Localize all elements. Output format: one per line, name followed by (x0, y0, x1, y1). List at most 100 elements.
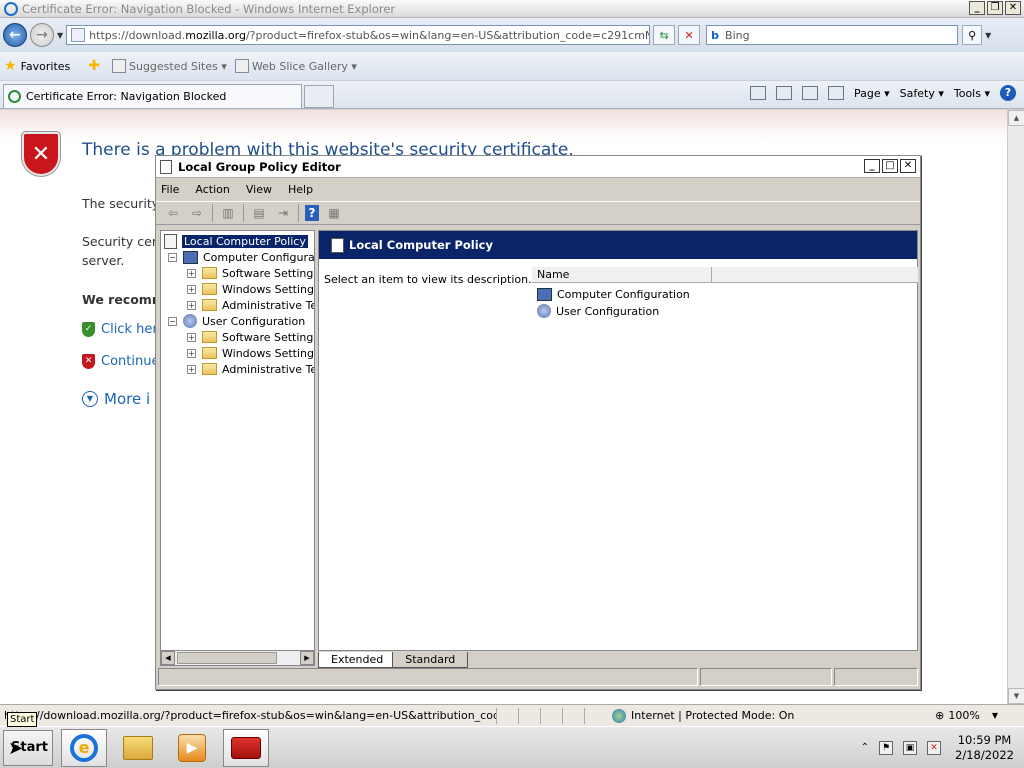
properties-icon[interactable]: ▤ (250, 205, 268, 221)
system-tray: ⌃ ⚑ ▣ ✕ 10:59 PM 2/18/2022 (861, 733, 1014, 763)
column-name-header[interactable]: Name (532, 267, 712, 282)
list-item-user-configuration[interactable]: User Configuration (537, 303, 659, 319)
scroll-down-icon[interactable]: ▼ (1008, 688, 1024, 704)
zoom-dropdown-icon[interactable]: ▼ (992, 711, 998, 720)
stop-button[interactable]: ✕ (678, 25, 701, 45)
tree-item-local-computer-policy[interactable]: Local Computer Policy (164, 233, 308, 249)
back-arrow-icon[interactable]: ⇦ (164, 205, 182, 221)
page-menu[interactable]: Page ▾ (854, 87, 890, 100)
action-center-flag-icon[interactable]: ⚑ (879, 740, 894, 755)
web-slice-gallery-link[interactable]: Web Slice Gallery ▾ (234, 59, 357, 73)
safety-menu[interactable]: Safety ▾ (900, 87, 944, 100)
search-button[interactable]: ⚲ (962, 25, 983, 45)
address-input[interactable]: https://download. mozilla.org/?product=fi… (66, 25, 651, 45)
collapse-icon[interactable]: − (168, 316, 177, 326)
expand-icon[interactable]: + (187, 284, 196, 294)
taskbar-windows-explorer[interactable] (115, 729, 161, 767)
export-list-icon[interactable]: ⇥ (274, 205, 292, 221)
folder-icon (202, 363, 217, 375)
tree-item-software-settings[interactable]: + Software Settings (187, 329, 314, 345)
security-zone[interactable]: Internet | Protected Mode: On (612, 708, 858, 723)
continue-link[interactable]: ✕ Continue (82, 354, 159, 369)
tree-item-administrative-templates[interactable]: +Administrative Tem (187, 361, 314, 377)
show-pane-icon[interactable]: ▦ (325, 205, 343, 221)
taskbar-internet-explorer[interactable]: e (61, 728, 107, 767)
page-scrollbar[interactable]: ▲ ▼ (1007, 110, 1024, 704)
refresh-button[interactable]: ⇆ (653, 25, 676, 45)
volume-muted-icon[interactable]: ✕ (927, 740, 942, 755)
list-item-computer-configuration[interactable]: Computer Configuration (537, 286, 690, 302)
gpe-minimize-button[interactable]: _ (864, 159, 880, 173)
expand-icon[interactable]: + (187, 300, 196, 310)
forward-button[interactable]: → (30, 23, 54, 47)
suggested-sites-link[interactable]: Suggested Sites ▾ (112, 59, 227, 73)
zoom-control[interactable]: ⊕ 100% ▼ (935, 709, 998, 722)
gpe-menubar: File Action View Help (156, 178, 920, 201)
tools-menu[interactable]: Tools ▾ (954, 87, 990, 100)
gpe-close-button[interactable]: ✕ (900, 159, 916, 173)
tree-item-windows-settings[interactable]: + Windows Settings (187, 345, 314, 361)
expand-icon[interactable]: + (187, 348, 196, 358)
new-tab-button[interactable] (304, 85, 334, 108)
taskbar-group-policy-editor[interactable] (223, 728, 269, 767)
help-icon[interactable]: ? (1000, 85, 1016, 101)
clock[interactable]: 10:59 PM 2/18/2022 (955, 733, 1014, 763)
more-info-link[interactable]: ▼ More i (82, 390, 150, 408)
scroll-up-icon[interactable]: ▲ (1008, 110, 1024, 126)
ie-icon: e (70, 733, 98, 762)
tab-certificate-error[interactable]: Certificate Error: Navigation Blocked (3, 84, 302, 108)
search-input[interactable]: b Bing (706, 25, 959, 45)
tree-item-computer-configuration[interactable]: −Computer Configuratio (168, 249, 314, 265)
search-options-dropdown[interactable]: ▼ (985, 31, 991, 40)
gpe-titlebar: Local Group Policy Editor _ □ ✕ (156, 156, 920, 178)
ok-shield-icon: ✓ (82, 322, 95, 337)
ie-logo-icon (4, 1, 18, 16)
minimize-button[interactable]: _ (969, 1, 985, 15)
tree-item-user-configuration[interactable]: − User Configuration (168, 313, 305, 329)
tree-item-software-settings[interactable]: + Software Settings (187, 265, 314, 281)
tab-standard[interactable]: Standard (392, 652, 469, 668)
menu-help[interactable]: Help (288, 183, 313, 196)
expand-icon[interactable]: + (187, 268, 196, 278)
recent-pages-dropdown[interactable]: ▼ (57, 31, 63, 40)
network-icon[interactable]: ▣ (903, 740, 918, 755)
show-tree-icon[interactable]: ▥ (219, 205, 237, 221)
scroll-left-icon[interactable]: ◀ (161, 651, 175, 665)
scroll-thumb[interactable] (177, 652, 277, 664)
favorites-button[interactable]: Favorites (21, 60, 71, 73)
tree-horizontal-scrollbar[interactable]: ◀ ▶ (160, 650, 315, 666)
home-icon[interactable] (750, 86, 766, 100)
ie-page-icon (112, 59, 126, 73)
error-text-3: server. (82, 253, 125, 268)
restore-button[interactable]: ❐ (987, 1, 1003, 15)
window-title: Certificate Error: Navigation Blocked - … (22, 1, 396, 16)
view-tabs: Extended Standard (318, 651, 918, 668)
feeds-icon[interactable] (776, 86, 792, 100)
close-button[interactable]: ✕ (1005, 1, 1021, 15)
collapse-icon[interactable]: − (168, 252, 177, 262)
mouse-cursor-icon: ➤ (8, 738, 24, 759)
page-icon (71, 28, 86, 42)
scroll-right-icon[interactable]: ▶ (300, 651, 314, 665)
mail-icon[interactable] (802, 86, 818, 100)
show-hidden-icons[interactable]: ⌃ (861, 742, 869, 753)
help-icon[interactable]: ? (305, 205, 319, 221)
add-favorites-icon[interactable]: ✚ (88, 58, 100, 74)
folder-icon (202, 299, 217, 311)
back-button[interactable]: ← (3, 23, 27, 47)
tree-item-administrative-templates[interactable]: +Administrative Tem (187, 297, 314, 313)
expand-icon[interactable]: + (187, 332, 196, 342)
toolbox-icon (231, 736, 261, 759)
menu-action[interactable]: Action (195, 183, 229, 196)
tab-extended[interactable]: Extended (318, 652, 397, 668)
taskbar-media-player[interactable]: ▶ (169, 729, 215, 767)
forward-arrow-icon[interactable]: ⇨ (188, 205, 206, 221)
expand-icon[interactable]: + (187, 364, 196, 374)
gpe-maximize-button[interactable]: □ (882, 159, 898, 173)
print-icon[interactable] (828, 86, 844, 100)
tree-item-windows-settings[interactable]: + Windows Settings (187, 281, 314, 297)
click-here-link[interactable]: ✓ Click her (82, 322, 158, 337)
folder-icon (202, 347, 217, 359)
menu-file[interactable]: File (161, 183, 179, 196)
menu-view[interactable]: View (246, 183, 272, 196)
